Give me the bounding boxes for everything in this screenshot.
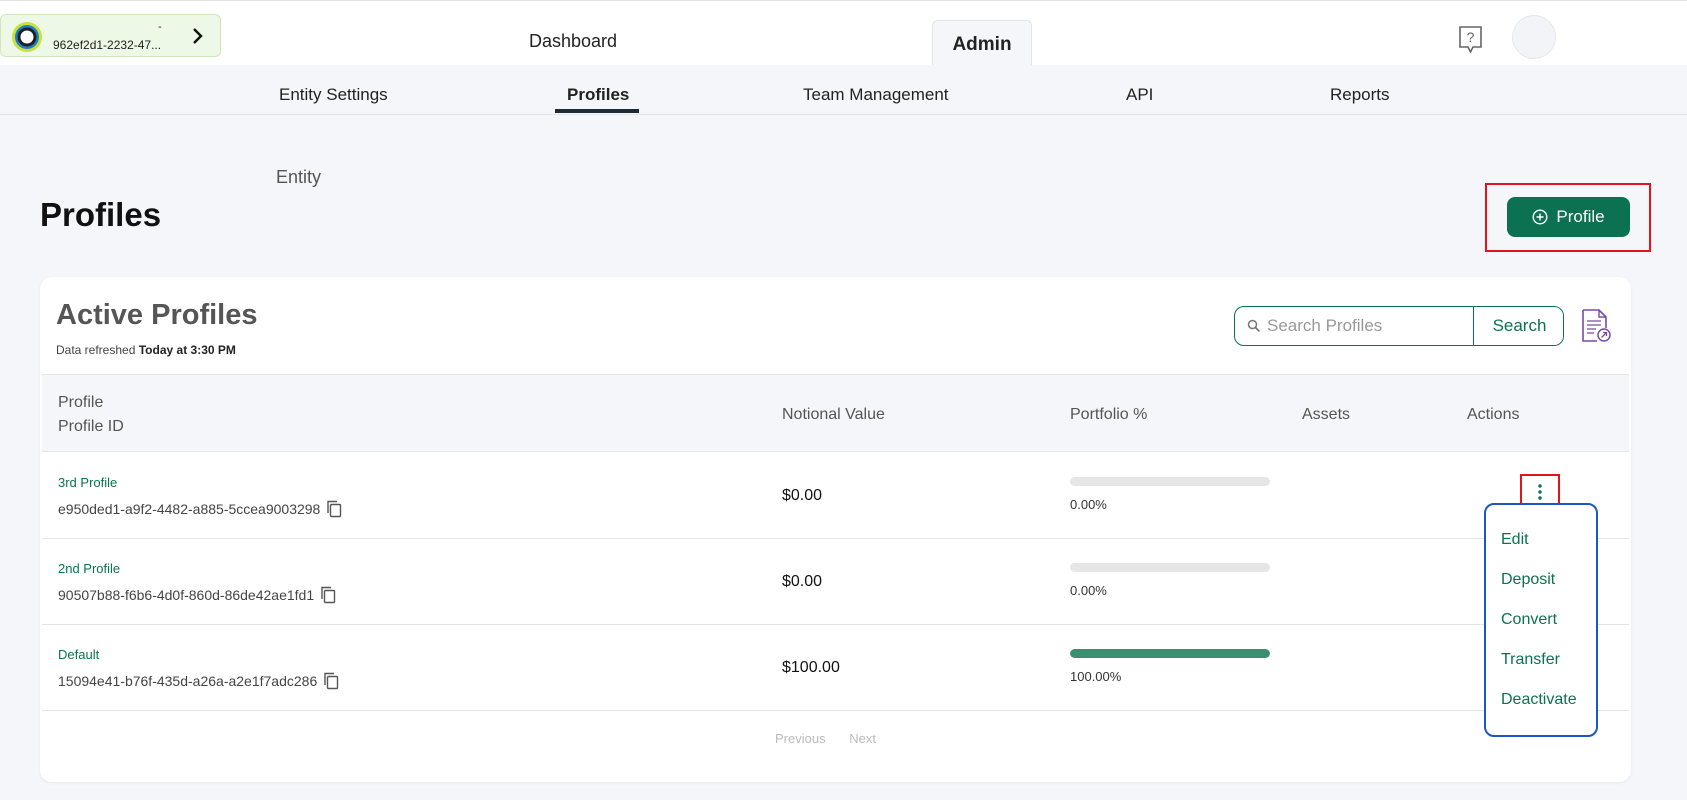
col-profile-id: Profile ID: [58, 418, 124, 435]
notional-value: $100.00: [782, 659, 840, 676]
chevron-right-icon: [193, 28, 203, 44]
copy-icon[interactable]: [323, 672, 339, 690]
profile-name-link[interactable]: 3rd Profile: [58, 475, 117, 490]
portfolio-bar: [1070, 477, 1270, 486]
col-profile: Profile: [58, 394, 104, 411]
profile-id-text: e950ded1-a9f2-4482-a885-5ccea9003298: [58, 501, 321, 517]
entity-label: Entity: [276, 167, 322, 187]
entity-id: 962ef2d1-2232-47...: [53, 38, 162, 52]
search-input[interactable]: [1267, 307, 1467, 345]
menu-item-edit[interactable]: Edit: [1501, 531, 1529, 549]
tab-reports[interactable]: Reports: [1330, 85, 1390, 105]
tab-api[interactable]: API: [1126, 85, 1153, 105]
refresh-time: Today at 3:30 PM: [138, 343, 236, 357]
export-report-icon[interactable]: [1580, 308, 1612, 344]
profile-id-text: 90507b88-f6b6-4d0f-860d-86de42ae1fd1: [58, 587, 315, 603]
menu-item-transfer[interactable]: Transfer: [1501, 651, 1560, 669]
row-actions-menu: Edit Deposit Convert Transfer Deactivate: [1484, 503, 1598, 737]
kebab-menu-icon: [1538, 484, 1542, 500]
menu-item-convert[interactable]: Convert: [1501, 611, 1557, 629]
previous-page-button[interactable]: Previous: [775, 731, 826, 746]
portfolio-bar: [1070, 563, 1270, 572]
col-assets: Assets: [1302, 406, 1351, 423]
col-notional-value: Notional Value: [782, 406, 885, 423]
add-profile-button[interactable]: Profile: [1507, 197, 1630, 237]
tab-entity-settings[interactable]: Entity Settings: [279, 85, 388, 105]
copy-icon[interactable]: [320, 586, 336, 604]
avatar[interactable]: [1512, 15, 1556, 59]
copy-icon[interactable]: [326, 500, 342, 518]
notional-value: $0.00: [782, 487, 823, 504]
profile-id: e950ded1-a9f2-4482-a885-5ccea9003298: [58, 500, 342, 518]
portfolio-bar: [1070, 649, 1270, 658]
nav-admin-tab[interactable]: Admin: [932, 20, 1032, 67]
portfolio-percent: 100.00%: [1070, 669, 1122, 684]
table-row: Default 15094e41-b76f-435d-a26a-a2e1f7ad…: [42, 625, 1629, 711]
profile-id-text: 15094e41-b76f-435d-a26a-a2e1f7adc286: [58, 673, 318, 689]
table-row: 3rd Profile e950ded1-a9f2-4482-a885-5cce…: [42, 453, 1629, 539]
entity-switcher[interactable]: - 962ef2d1-2232-47...: [0, 14, 221, 57]
menu-item-deposit[interactable]: Deposit: [1501, 571, 1555, 589]
add-profile-label: Profile: [1556, 207, 1605, 226]
pagination: Previous Next: [775, 731, 896, 746]
tab-profiles[interactable]: Profiles: [567, 85, 629, 105]
menu-item-deactivate[interactable]: Deactivate: [1501, 691, 1577, 709]
portfolio-percent: 0.00%: [1070, 497, 1107, 512]
profile-id: 15094e41-b76f-435d-a26a-a2e1f7adc286: [58, 672, 339, 690]
active-tab-indicator: [555, 109, 639, 113]
search-box: Search: [1234, 306, 1564, 346]
nav-dashboard[interactable]: Dashboard: [529, 31, 617, 52]
help-icon[interactable]: ?: [1457, 25, 1484, 54]
profile-name-link[interactable]: Default: [58, 647, 99, 662]
entity-logo-icon: [12, 22, 42, 52]
next-page-button[interactable]: Next: [849, 731, 876, 746]
refresh-status: Data refreshed Today at 3:30 PM: [56, 343, 236, 357]
top-bar: - 962ef2d1-2232-47... Dashboard Admin ?: [0, 0, 1687, 67]
card-title: Active Profiles: [56, 299, 258, 331]
entity-name: -: [158, 21, 162, 33]
tab-team-management[interactable]: Team Management: [803, 85, 949, 105]
plus-circle-icon: [1532, 209, 1548, 225]
active-profiles-card: Active Profiles Data refreshed Today at …: [40, 277, 1631, 782]
notional-value: $0.00: [782, 573, 823, 590]
svg-text:?: ?: [1467, 29, 1475, 45]
portfolio-percent: 0.00%: [1070, 583, 1107, 598]
search-icon: [1247, 319, 1261, 333]
table-row: 2nd Profile 90507b88-f6b6-4d0f-860d-86de…: [42, 539, 1629, 625]
profile-id: 90507b88-f6b6-4d0f-860d-86de42ae1fd1: [58, 586, 336, 604]
profile-name-link[interactable]: 2nd Profile: [58, 561, 120, 576]
search-button[interactable]: Search: [1473, 307, 1563, 345]
refresh-label: Data refreshed: [56, 343, 136, 357]
page-title: Profiles: [40, 196, 162, 233]
table-header: Profile Profile ID Notional Value Portfo…: [42, 374, 1629, 452]
admin-subnav: Entity Settings Profiles Team Management…: [0, 65, 1687, 115]
col-portfolio: Portfolio %: [1070, 406, 1148, 423]
portfolio-bar-fill: [1070, 649, 1270, 658]
col-actions: Actions: [1467, 406, 1520, 423]
